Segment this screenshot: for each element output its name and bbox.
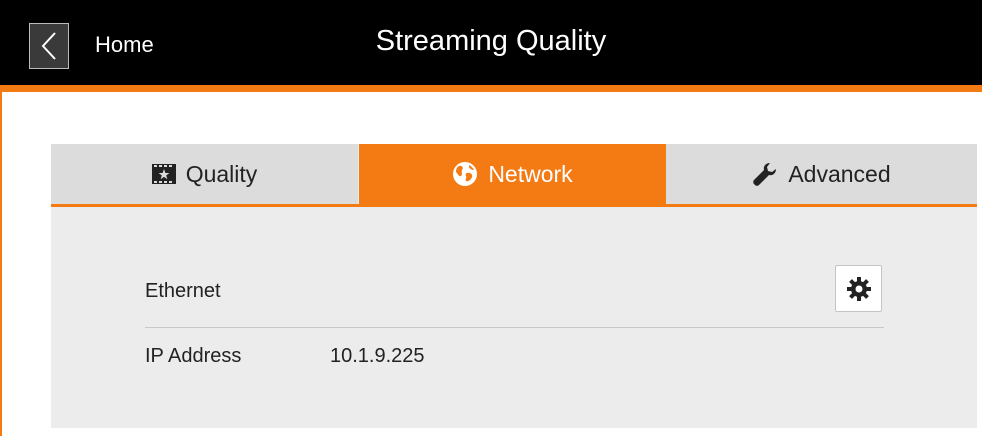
- header-bar: Home Streaming Quality: [0, 0, 982, 92]
- page: Home Streaming Quality Quality Network A…: [0, 0, 982, 436]
- ip-address-label: IP Address: [145, 345, 242, 367]
- globe-icon: [453, 162, 478, 186]
- ip-address-value: 10.1.9.225: [330, 345, 425, 367]
- gear-icon: [846, 276, 871, 301]
- divider: [145, 327, 884, 328]
- page-title: Streaming Quality: [375, 25, 607, 57]
- network-panel: Ethernet IP Address 10.1.9.225: [51, 207, 977, 428]
- tab-advanced[interactable]: Advanced: [666, 144, 977, 204]
- connection-label: Ethernet: [145, 280, 221, 302]
- tab-network-label: Network: [488, 160, 573, 187]
- tab-bar: Quality Network Advanced: [51, 144, 977, 207]
- tab-advanced-label: Advanced: [788, 160, 891, 187]
- tab-quality[interactable]: Quality: [51, 144, 359, 204]
- film-star-icon: [151, 164, 176, 184]
- wrench-icon: [753, 163, 777, 186]
- tab-quality-label: Quality: [185, 160, 258, 187]
- tab-network[interactable]: Network: [359, 144, 666, 204]
- network-settings-button[interactable]: [835, 265, 882, 312]
